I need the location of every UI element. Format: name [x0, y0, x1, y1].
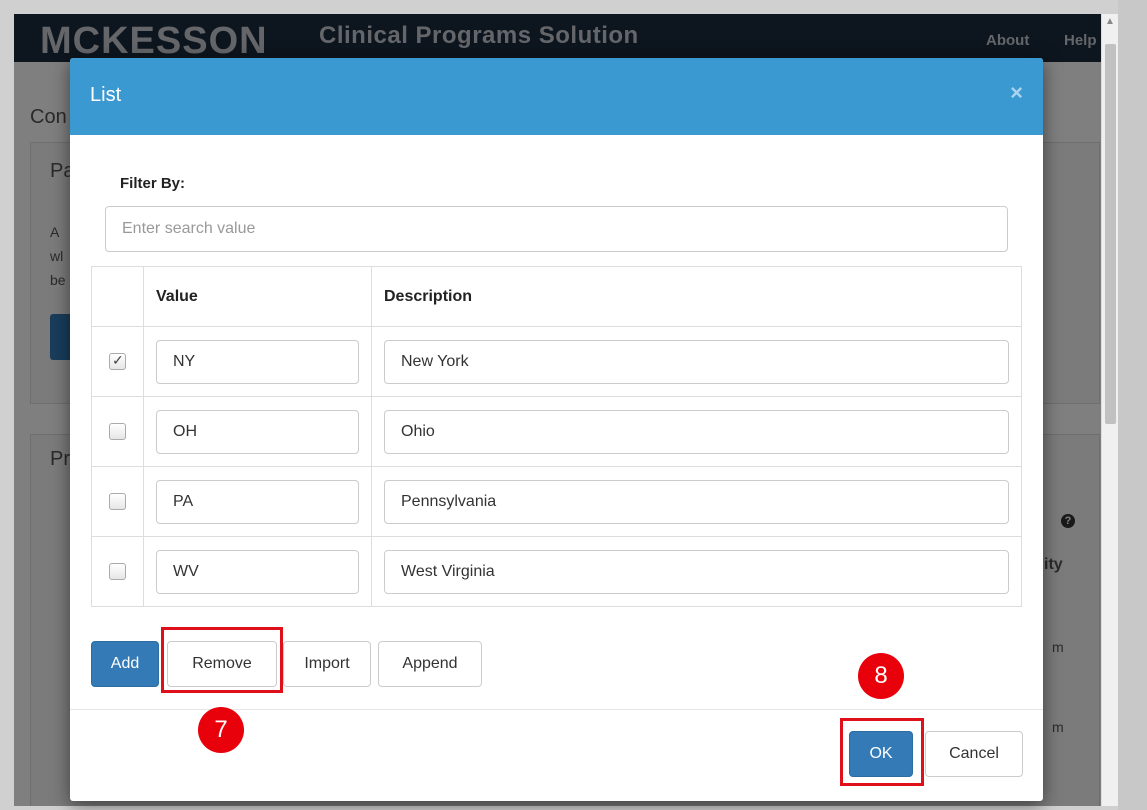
search-input[interactable]	[105, 206, 1008, 252]
row-checkbox[interactable]	[109, 562, 126, 580]
value-field[interactable]	[156, 339, 359, 384]
value-field[interactable]	[156, 409, 359, 454]
remove-highlight-box	[161, 627, 283, 693]
ok-highlight-box	[840, 718, 924, 786]
row-checkbox[interactable]	[109, 422, 126, 440]
close-icon[interactable]: ×	[1010, 80, 1023, 106]
row-checkbox[interactable]	[109, 492, 126, 510]
table-row	[91, 326, 1022, 397]
dialog-title: List	[90, 84, 122, 106]
description-field[interactable]	[384, 479, 1009, 524]
table-row	[91, 396, 1022, 467]
description-column-header: Description	[371, 266, 1022, 327]
filter-label: Filter By:	[120, 175, 186, 192]
scroll-up-arrow-icon[interactable]: ▲	[1105, 16, 1115, 27]
value-field[interactable]	[156, 549, 359, 594]
table-header-row: Value Description	[91, 266, 1022, 327]
import-button[interactable]: Import	[283, 641, 371, 687]
step-8-badge: 8	[858, 653, 904, 699]
description-field[interactable]	[384, 549, 1009, 594]
description-field[interactable]	[384, 339, 1009, 384]
window-frame	[1118, 0, 1147, 810]
description-field[interactable]	[384, 409, 1009, 454]
step-7-badge: 7	[198, 707, 244, 753]
value-column-header: Value	[143, 266, 372, 327]
row-checkbox[interactable]	[109, 352, 126, 370]
value-field[interactable]	[156, 479, 359, 524]
table-row	[91, 466, 1022, 537]
select-column-header	[91, 266, 144, 327]
scrollbar-thumb[interactable]	[1105, 44, 1116, 424]
add-button[interactable]: Add	[91, 641, 159, 687]
cancel-button[interactable]: Cancel	[925, 731, 1023, 777]
vertical-scrollbar[interactable]: ▲	[1101, 14, 1118, 806]
values-table: Value Description	[91, 266, 1022, 607]
table-row	[91, 536, 1022, 607]
append-button[interactable]: Append	[378, 641, 482, 687]
dialog-header: List ×	[70, 58, 1043, 135]
